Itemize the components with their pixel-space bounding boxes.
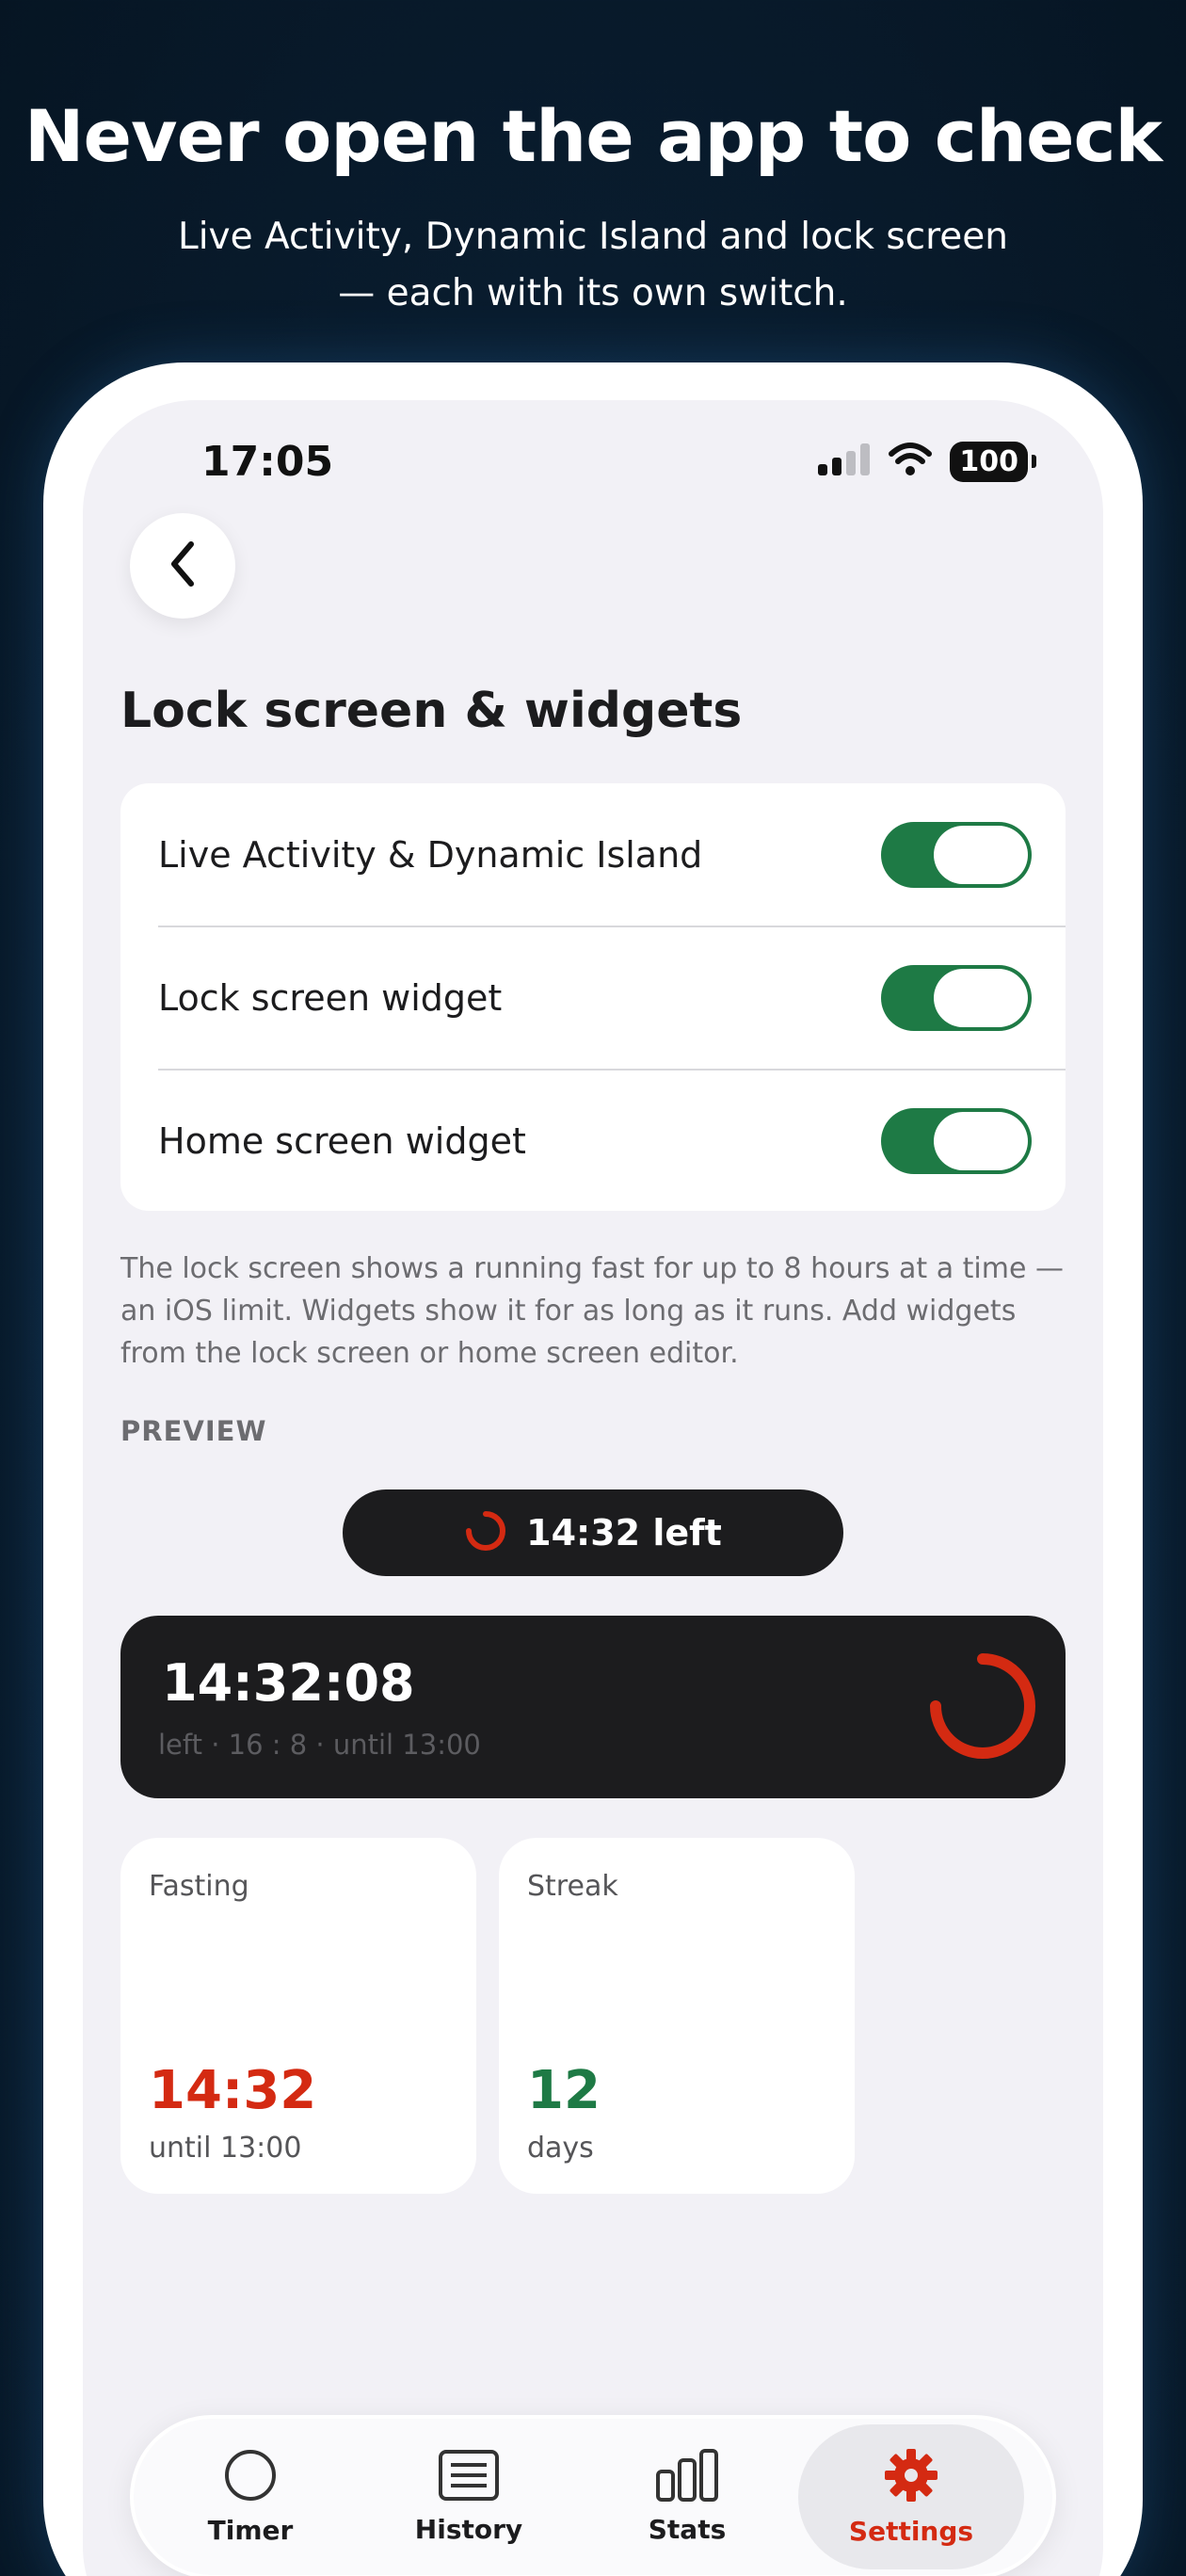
widget-value: 12 (527, 2060, 601, 2121)
widget-title: Fasting (149, 1870, 249, 1903)
setting-label: Live Activity & Dynamic Island (158, 834, 703, 876)
live-activity-preview: 14:32:08 left · 16 : 8 · until 13:00 (120, 1616, 1066, 1798)
battery-icon: 100 (950, 441, 1036, 482)
tab-stats[interactable]: Stats (574, 2424, 800, 2569)
fasting-widget-preview: Fasting 14:32 until 13:00 (120, 1838, 476, 2194)
preview-header: PREVIEW (120, 1415, 267, 1447)
cellular-signal-icon (818, 443, 871, 480)
tab-label: Timer (207, 2515, 294, 2546)
tab-bar: Timer History Stats Settings (130, 2415, 1056, 2576)
widget-subtitle: until 13:00 (149, 2132, 302, 2165)
footnote-text: The lock screen shows a running fast for… (120, 1252, 1064, 1370)
list-icon (438, 2449, 500, 2506)
wifi-icon (888, 442, 933, 481)
setting-row-live-activity: Live Activity & Dynamic Island (120, 783, 1066, 926)
page-title: Lock screen & widgets (120, 683, 743, 739)
live-activity-time: 14:32:08 (162, 1653, 415, 1713)
live-activity-toggle[interactable] (881, 822, 1032, 888)
headline: Never open the app to check (24, 94, 1162, 178)
island-text: 14:32 left (526, 1512, 722, 1554)
circle-icon (223, 2448, 278, 2507)
tab-history[interactable]: History (356, 2424, 582, 2569)
widget-title: Streak (527, 1870, 618, 1903)
setting-row-lock-screen-widget: Lock screen widget (120, 926, 1066, 1070)
home-screen-widget-toggle[interactable] (881, 1108, 1032, 1174)
tab-label: Stats (648, 2514, 727, 2545)
tab-label: History (414, 2514, 523, 2545)
progress-ring-icon (928, 1651, 1037, 1765)
tab-label: Settings (848, 2516, 974, 2547)
bar-chart-icon (655, 2449, 719, 2506)
status-time: 17:05 (201, 438, 334, 486)
tab-timer[interactable]: Timer (137, 2424, 363, 2569)
chevron-left-icon (167, 540, 199, 592)
back-button[interactable] (130, 513, 235, 619)
dynamic-island-preview: 14:32 left (343, 1489, 843, 1576)
lock-screen-widget-toggle[interactable] (881, 965, 1032, 1031)
progress-ring-icon (464, 1509, 507, 1557)
widget-value: 14:32 (149, 2060, 317, 2121)
settings-card: Live Activity & Dynamic Island Lock scre… (120, 783, 1066, 1211)
subline-line-2: — each with its own switch. (338, 272, 848, 314)
streak-widget-preview: Streak 12 days (499, 1838, 855, 2194)
widget-subtitle: days (527, 2132, 594, 2165)
phone-screen: 17:05 100 Lock screen & widgets Live Act… (83, 400, 1103, 2576)
setting-row-home-screen-widget: Home screen widget (120, 1070, 1066, 1211)
tab-settings[interactable]: Settings (798, 2424, 1024, 2569)
setting-label: Home screen widget (158, 1120, 526, 1162)
live-activity-subtitle: left · 16 : 8 · until 13:00 (158, 1729, 481, 1761)
subline-line-1: Live Activity, Dynamic Island and lock s… (177, 216, 1009, 258)
status-indicators: 100 (818, 438, 1036, 485)
setting-label: Lock screen widget (158, 977, 503, 1019)
gear-icon (883, 2447, 939, 2508)
subline: Live Activity, Dynamic Island and lock s… (0, 209, 1186, 322)
